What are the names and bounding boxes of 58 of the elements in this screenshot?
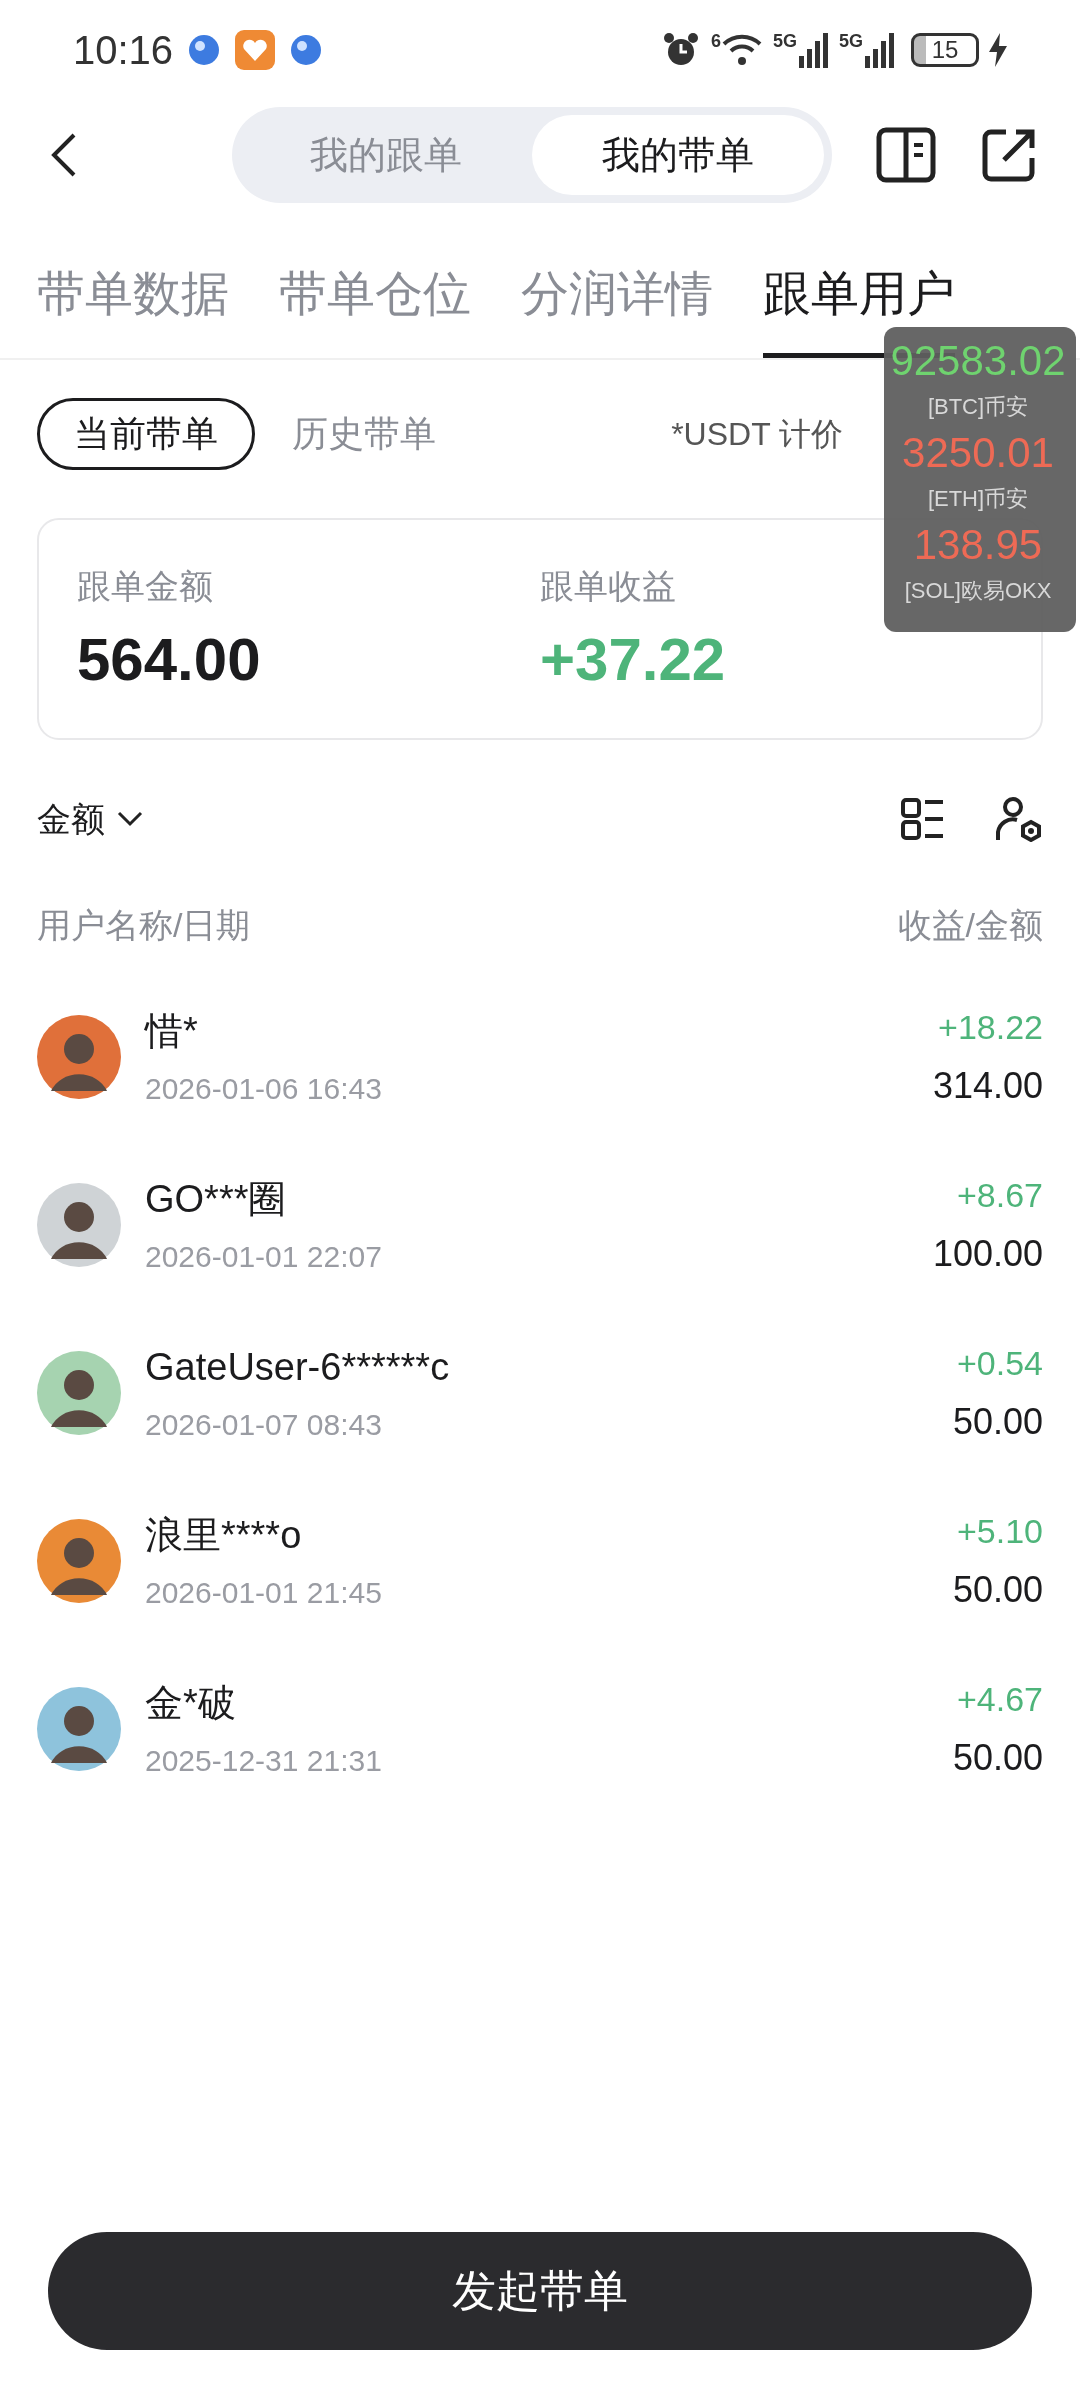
follow-date: 2026-01-01 21:45 xyxy=(145,1575,382,1611)
follow-date: 2025-12-31 21:31 xyxy=(145,1743,382,1779)
follow-date: 2026-01-07 08:43 xyxy=(145,1407,383,1443)
heart-app-icon xyxy=(235,30,276,70)
signal-icon xyxy=(863,32,895,68)
amount-value: 314.00 xyxy=(932,1063,1043,1108)
profit-value: +8.67 xyxy=(956,1174,1043,1216)
wifi-icon xyxy=(720,32,763,68)
amount-value: 50.00 xyxy=(952,1735,1043,1780)
follow-date: 2026-01-01 22:07 xyxy=(145,1239,382,1275)
amount-value: 50.00 xyxy=(952,1399,1043,1444)
price-source: [SOL]欧易OKX xyxy=(904,577,1052,605)
book-icon[interactable] xyxy=(876,127,936,183)
sub-tab[interactable]: 当前带单 xyxy=(37,398,255,470)
price-source: [ETH]币安 xyxy=(927,485,1029,513)
signal-icon xyxy=(797,32,829,68)
amount-value: 50.00 xyxy=(952,1567,1043,1612)
user-name: 浪里****o xyxy=(145,1513,303,1558)
start-lead-button[interactable]: 发起带单 xyxy=(48,2232,1032,2350)
wifi-label: 6 xyxy=(710,32,721,50)
user-row[interactable]: GateUser-6******c 2026-01-07 08:43 +0.54 50.00 xyxy=(0,1309,1080,1477)
price-value: 3250.01 xyxy=(902,428,1054,478)
unit-note: *USDT 计价 xyxy=(671,415,843,454)
summary-value: 564.00 xyxy=(77,625,261,695)
profit-value: +4.67 xyxy=(956,1678,1043,1720)
share-icon[interactable] xyxy=(982,128,1036,182)
user-row[interactable]: 金*破 2025-12-31 21:31 +4.67 50.00 xyxy=(0,1645,1080,1813)
chevron-down-icon xyxy=(117,811,143,827)
user-settings-icon[interactable] xyxy=(995,796,1043,842)
network-label: 5G xyxy=(772,32,797,50)
price-source: [BTC]币安 xyxy=(927,393,1029,421)
user-name: GateUser-6******c xyxy=(145,1345,450,1390)
user-name: 惜* xyxy=(145,1009,199,1054)
summary-value: +37.22 xyxy=(540,625,726,695)
profit-value: +18.22 xyxy=(938,1006,1043,1048)
column-header: 收益/金额 xyxy=(897,905,1043,946)
network-label: 5G xyxy=(839,32,863,50)
price-widget[interactable]: 92583.02 [BTC]币安 3250.01 [ETH]币安 138.95 [SOL]欧易OKX xyxy=(884,327,1076,632)
segment-tab[interactable]: 我的带单 xyxy=(532,115,824,195)
price-value: 138.95 xyxy=(913,520,1043,570)
list-view-icon[interactable] xyxy=(901,798,945,840)
user-row[interactable]: 浪里****o 2026-01-01 21:45 +5.10 50.00 xyxy=(0,1477,1080,1645)
column-header: 用户名称/日期 xyxy=(37,905,251,946)
status-time: 10:16 xyxy=(73,27,174,74)
profit-value: +5.10 xyxy=(956,1510,1043,1552)
sort-dropdown[interactable]: 金额 xyxy=(37,793,143,845)
follow-date: 2026-01-06 16:43 xyxy=(145,1071,382,1107)
summary-label: 跟单收益 xyxy=(540,566,676,607)
amount-value: 100.00 xyxy=(932,1231,1043,1276)
app-icon xyxy=(289,33,324,67)
user-row[interactable]: 惜* 2026-01-06 16:43 +18.22 314.00 xyxy=(0,973,1080,1141)
battery-indicator: 15 xyxy=(911,33,979,67)
profit-value: +0.54 xyxy=(956,1342,1043,1384)
summary-label: 跟单金额 xyxy=(77,566,213,607)
user-name: GO***圈 xyxy=(145,1177,288,1222)
app-icon xyxy=(187,33,222,67)
user-row[interactable]: GO***圈 2026-01-01 22:07 +8.67 100.00 xyxy=(0,1141,1080,1309)
user-name: 金*破 xyxy=(145,1681,237,1726)
